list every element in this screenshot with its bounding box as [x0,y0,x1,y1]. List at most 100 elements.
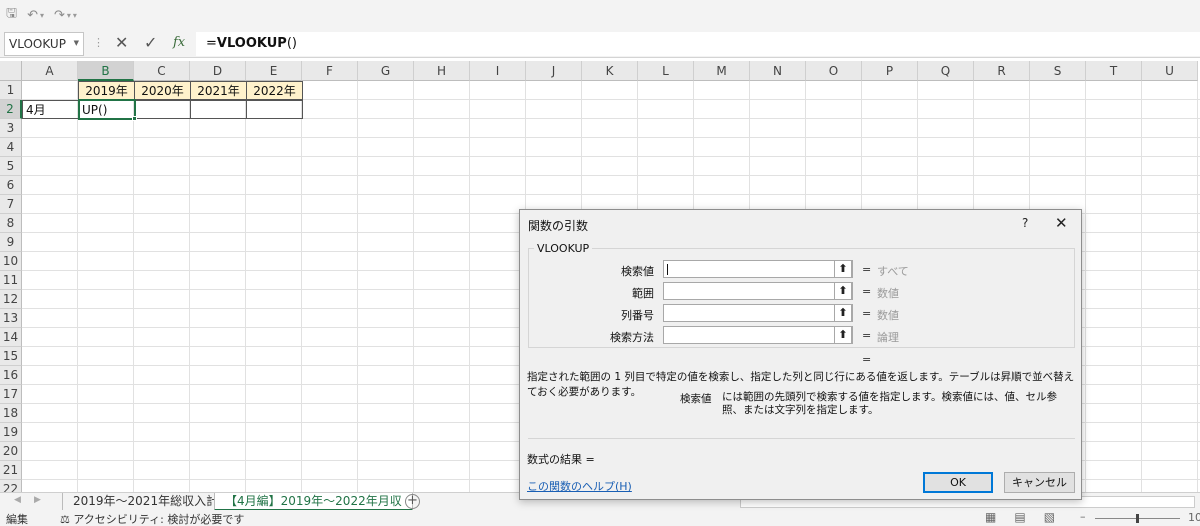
select-all-corner[interactable] [0,61,22,81]
cancel-icon[interactable]: ✕ [115,33,128,52]
column-header-e[interactable]: E [246,61,302,81]
column-header-b[interactable]: B [78,61,134,81]
arg-equals: = [862,263,872,276]
row-header-16[interactable]: 16 [0,366,22,385]
quick-access-toolbar: 🖫 ↶ ▾ ↷ ▾ ▾ [0,0,1200,30]
cell-e2[interactable] [246,100,303,119]
undo-dropdown-icon[interactable]: ▾ [40,11,44,20]
formula-input[interactable]: =VLOOKUP() [196,32,1200,56]
ok-button[interactable]: OK [923,472,993,493]
function-help-link[interactable]: この関数のヘルプ(H) [527,478,632,494]
cell-c1[interactable]: 2020年 [134,81,191,100]
column-header-t[interactable]: T [1086,61,1142,81]
column-header-p[interactable]: P [862,61,918,81]
add-sheet-icon[interactable]: + [405,494,420,509]
gridline-vertical [189,81,190,492]
chevron-down-icon[interactable]: ▼ [74,39,79,47]
row-header-7[interactable]: 7 [0,195,22,214]
cell-a2[interactable]: 4月 [22,100,79,119]
row-header-11[interactable]: 11 [0,271,22,290]
formula-suffix: () [286,36,297,51]
column-header-k[interactable]: K [582,61,638,81]
row-header-10[interactable]: 10 [0,252,22,271]
column-header-l[interactable]: L [638,61,694,81]
column-header-m[interactable]: M [694,61,750,81]
row-header-22[interactable]: 22 [0,480,22,492]
redo-dropdown-icon[interactable]: ▾ [67,11,71,20]
range-select-icon[interactable]: ⬆ [834,260,852,278]
column-header-a[interactable]: A [22,61,78,81]
tab-scroll-left-icon[interactable]: ◀ [14,495,21,505]
row-header-5[interactable]: 5 [0,157,22,176]
range-select-icon[interactable]: ⬆ [834,326,852,344]
gridline-vertical [245,81,246,492]
redo-icon[interactable]: ↷ [54,8,65,23]
row-header-19[interactable]: 19 [0,423,22,442]
column-header-r[interactable]: R [974,61,1030,81]
row-header-21[interactable]: 21 [0,461,22,480]
tab-scroll-right-icon[interactable]: ▶ [34,495,41,505]
column-header-s[interactable]: S [1030,61,1086,81]
row-header-17[interactable]: 17 [0,385,22,404]
save-icon[interactable]: 🖫 [6,4,17,26]
sheet-tab-total-income[interactable]: 2019年～2021年総収入計 [62,493,230,511]
cancel-button[interactable]: キャンセル [1004,472,1075,493]
cell-b1[interactable]: 2019年 [78,81,135,100]
function-result-equals: = [862,353,872,366]
sheet-tab-april-income[interactable]: 【4月編】2019年～2022年月収 [214,493,413,511]
row-header-15[interactable]: 15 [0,347,22,366]
row-header-2[interactable]: 2 [0,100,22,119]
row-header-9[interactable]: 9 [0,233,22,252]
close-icon[interactable]: ✕ [1055,214,1068,232]
row-header-12[interactable]: 12 [0,290,22,309]
normal-view-icon[interactable]: ▦ [985,510,996,524]
arg-input-lookup-value[interactable] [663,260,853,278]
column-header-j[interactable]: J [526,61,582,81]
cell-d1[interactable]: 2021年 [190,81,247,100]
arg-input-range-lookup[interactable] [663,326,853,344]
column-header-u[interactable]: U [1142,61,1198,81]
undo-icon[interactable]: ↶ [27,8,38,23]
row-header-6[interactable]: 6 [0,176,22,195]
page-break-view-icon[interactable]: ▧ [1044,510,1055,524]
cell-d2[interactable] [190,100,247,119]
column-header-f[interactable]: F [302,61,358,81]
arg-input-table-array[interactable] [663,282,853,300]
help-icon[interactable]: ? [1022,216,1028,230]
range-select-icon[interactable]: ⬆ [834,282,852,300]
column-header-c[interactable]: C [134,61,190,81]
row-header-4[interactable]: 4 [0,138,22,157]
column-header-q[interactable]: Q [918,61,974,81]
fill-handle[interactable] [132,116,137,121]
row-header-3[interactable]: 3 [0,119,22,138]
arg-label-range-lookup: 検索方法 [610,331,654,344]
arg-type-range-lookup: 論理 [877,331,899,344]
range-select-icon[interactable]: ⬆ [834,304,852,322]
column-header-d[interactable]: D [190,61,246,81]
name-box[interactable]: VLOOKUP ▼ [4,32,84,56]
column-header-o[interactable]: O [806,61,862,81]
current-arg-name: 検索値 [680,393,712,405]
arg-label-table-array: 範囲 [632,287,654,300]
enter-icon[interactable]: ✓ [144,33,157,52]
row-header-1[interactable]: 1 [0,81,22,100]
cell-e1[interactable]: 2022年 [246,81,303,100]
accessibility-status[interactable]: ⚖ アクセシビリティ: 検討が必要です [60,511,244,526]
page-layout-view-icon[interactable]: ▤ [1014,510,1025,524]
row-header-13[interactable]: 13 [0,309,22,328]
row-header-20[interactable]: 20 [0,442,22,461]
zoom-out-icon[interactable]: – [1080,510,1086,523]
insert-function-icon[interactable]: fx [173,35,185,50]
column-header-i[interactable]: I [470,61,526,81]
row-header-8[interactable]: 8 [0,214,22,233]
customize-qat-icon[interactable]: ▾ [73,11,77,20]
arg-input-col-index[interactable] [663,304,853,322]
column-header-n[interactable]: N [750,61,806,81]
zoom-level[interactable]: 10 [1188,511,1200,524]
cell-c2[interactable] [134,100,191,119]
column-header-g[interactable]: G [358,61,414,81]
column-header-h[interactable]: H [414,61,470,81]
row-header-18[interactable]: 18 [0,404,22,423]
zoom-slider-thumb[interactable] [1136,514,1139,523]
row-header-14[interactable]: 14 [0,328,22,347]
